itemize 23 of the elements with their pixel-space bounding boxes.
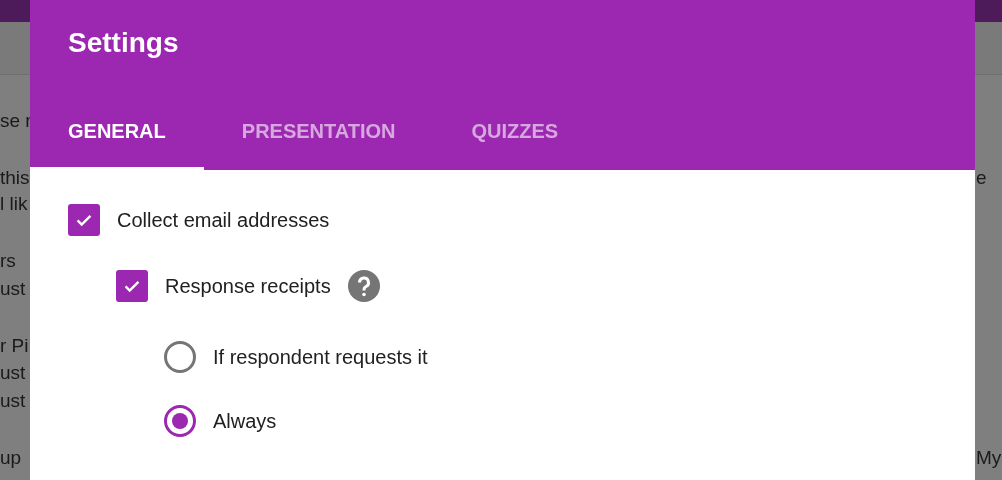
tab[interactable]: PRESENTATION xyxy=(203,98,434,170)
background-text: ust xyxy=(0,390,27,412)
radio-button[interactable] xyxy=(164,405,196,437)
background-text: l lik xyxy=(0,193,29,215)
checkbox[interactable] xyxy=(116,270,148,302)
background-text: rs xyxy=(0,250,17,272)
radio-button[interactable] xyxy=(164,341,196,373)
dialog-title: Settings xyxy=(67,26,180,60)
radio-label: If respondent requests it xyxy=(213,345,428,369)
background-text: up xyxy=(0,447,23,469)
checkbox-label: Response receipts xyxy=(165,274,331,298)
checkbox[interactable] xyxy=(68,204,100,236)
background-text: ust xyxy=(0,278,27,300)
background-text: My xyxy=(976,447,1002,469)
help-icon[interactable] xyxy=(347,270,380,302)
background-text: r Pi xyxy=(0,335,30,357)
background-text: this xyxy=(0,167,30,189)
background-text: ust xyxy=(0,362,27,384)
background-text: e xyxy=(976,167,987,189)
checkbox-label: Collect email addresses xyxy=(117,208,330,232)
tab[interactable]: GENERAL xyxy=(30,98,204,170)
radio-label: Always xyxy=(213,409,277,433)
tab[interactable]: QUIZZES xyxy=(433,98,597,170)
